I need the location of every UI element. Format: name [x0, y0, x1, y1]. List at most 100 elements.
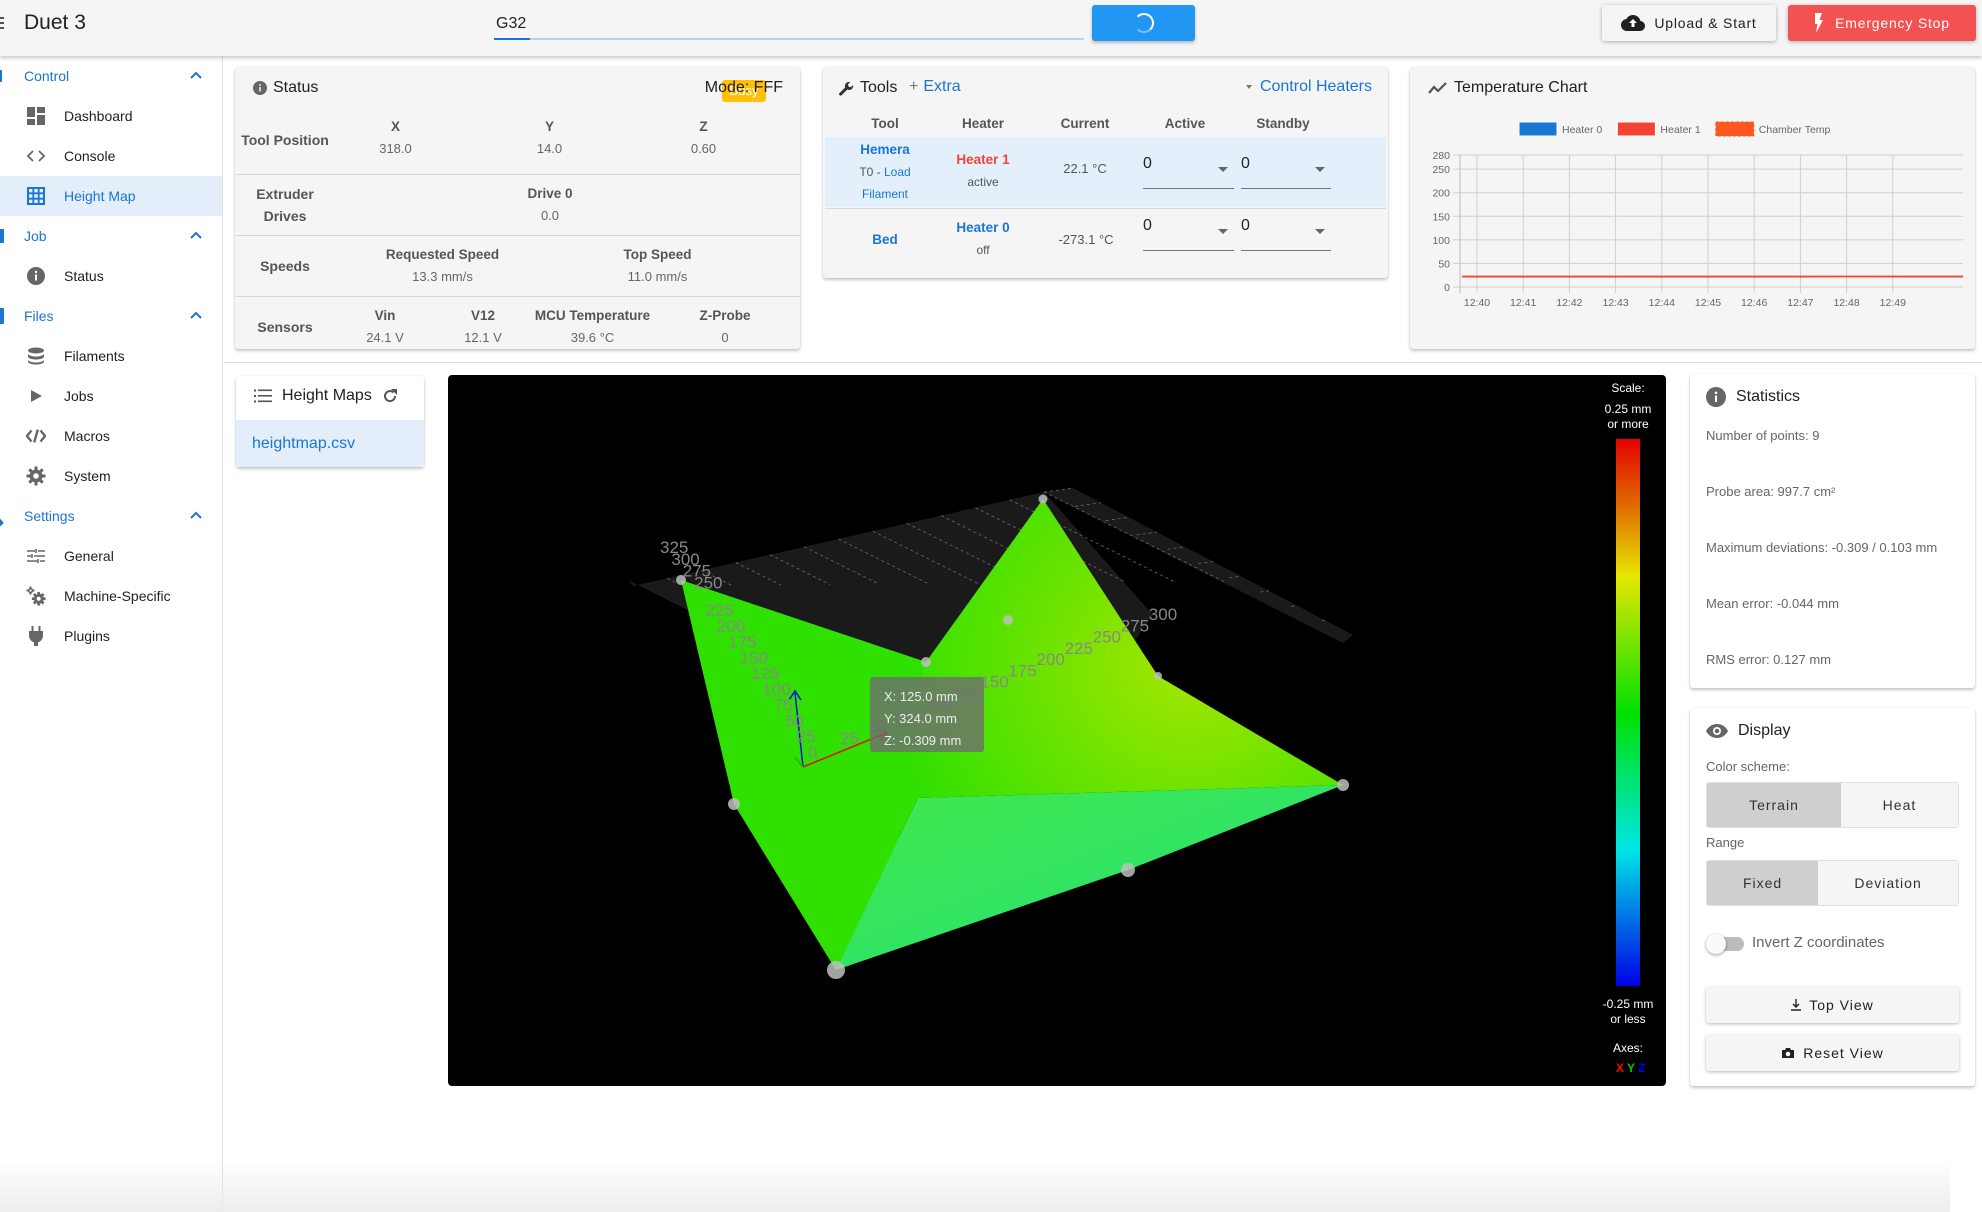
upload-and-start-button[interactable]: Upload & Start — [1602, 5, 1776, 41]
sidebar-item-machine-specific[interactable]: Machine-Specific — [0, 576, 222, 616]
sidebar-item-jobs[interactable]: Jobs — [0, 376, 222, 416]
active-temp-select[interactable]: 0 — [1143, 217, 1234, 251]
legend-swatch — [1616, 121, 1656, 137]
active-temp-select[interactable]: 0 — [1143, 155, 1234, 189]
color-scale-bar — [1616, 439, 1640, 986]
stat-probe-area: Probe area: 997.7 cm² — [1706, 484, 1836, 499]
sidebar-item-macros[interactable]: Macros — [0, 416, 222, 456]
axis-value: 14.0 — [536, 141, 563, 156]
y-tick-label: 280 — [1432, 150, 1450, 162]
legend-swatch — [1518, 121, 1558, 137]
probe-point[interactable] — [1003, 615, 1013, 625]
range-deviation-button[interactable]: Deviation — [1818, 861, 1958, 905]
probe-point[interactable] — [827, 961, 845, 979]
code-icon — [26, 146, 46, 166]
probe-point[interactable] — [728, 798, 740, 810]
heater-name-link[interactable]: Heater 0 — [941, 217, 1025, 239]
heightmap-3d-canvas[interactable]: 3253002752502252001751501251007550250 25… — [448, 375, 1666, 1086]
code-input-field[interactable] — [494, 10, 1084, 40]
tooltip-x: X: 125.0 mm — [884, 689, 958, 704]
refresh-icon[interactable] — [382, 388, 398, 404]
tool-cell: Bed — [843, 232, 927, 247]
invert-z-switch[interactable]: Invert Z coordinates — [1706, 932, 1966, 956]
tools-card: Tools + Extra Control Heaters Tool Heate… — [823, 67, 1388, 278]
sidebar-item-label: Height Map — [64, 188, 136, 204]
x-tick-label: 12:40 — [1464, 297, 1490, 309]
sidebar-item-console[interactable]: Console — [0, 136, 222, 176]
sidebar-item-dashboard[interactable]: Dashboard — [0, 96, 222, 136]
status-card-title: Status — [253, 79, 318, 97]
standby-temp-select[interactable]: 0 — [1241, 155, 1331, 189]
top-view-button[interactable]: Top View — [1706, 987, 1959, 1023]
cloud-upload-icon — [1621, 15, 1646, 31]
add-extra-link[interactable]: + Extra — [909, 78, 961, 96]
dropdown-arrow-icon — [1315, 229, 1325, 234]
x-tick-label: 150 — [980, 673, 1008, 692]
table-row: Bed Heater 0 off -273.1 °C 0 0 — [825, 208, 1386, 278]
sidebar-group-settings[interactable]: Settings — [0, 496, 222, 536]
sidebar-item-height-map[interactable]: Height Map — [0, 176, 222, 216]
database-icon — [26, 346, 46, 366]
tool-position-x: X 318.0 — [335, 116, 456, 160]
invert-z-label: Invert Z coordinates — [1752, 934, 1885, 951]
sidebar-item-plugins[interactable]: Plugins — [0, 616, 222, 656]
probe-point[interactable] — [1337, 779, 1349, 791]
axis-value: 318.0 — [379, 141, 412, 156]
sidebar-group-job[interactable]: Job — [0, 216, 222, 256]
dropdown-arrow-icon — [1218, 167, 1228, 172]
scale-min-label-2: or less — [1610, 1012, 1645, 1026]
sidebar-group-control[interactable]: Control — [0, 56, 222, 96]
load-filament-link[interactable]: Filament — [843, 183, 927, 205]
axis-label: Y — [544, 119, 554, 134]
legend-label: Heater 0 — [1562, 124, 1602, 136]
heightmap-file-item[interactable]: heightmap.csv — [236, 420, 424, 467]
menu-icon[interactable] — [0, 14, 8, 32]
sidebar-item-label: Status — [64, 268, 104, 284]
standby-temp-select[interactable]: 0 — [1241, 217, 1331, 251]
color-scheme-heat-button[interactable]: Heat — [1840, 783, 1958, 827]
standby-temp-value: 0 — [1241, 155, 1250, 172]
axis-value: 0.60 — [690, 141, 717, 156]
active-temp-value: 0 — [1143, 217, 1152, 234]
statistics-title: Statistics — [1706, 387, 1800, 407]
sidebar-item-status[interactable]: Status — [0, 256, 222, 296]
heater-name-link[interactable]: Heater 1 — [941, 149, 1025, 171]
stat-rms-error: RMS error: 0.127 mm — [1706, 652, 1831, 667]
y-tick-label: 0 — [1444, 282, 1450, 294]
control-heaters-dropdown[interactable]: Control Heaters — [1245, 78, 1372, 96]
column-header: Standby — [1256, 116, 1310, 131]
sensors-label: Sensors — [257, 319, 313, 335]
tool-position-y: Y 14.0 — [489, 116, 610, 160]
send-code-button[interactable] — [1092, 5, 1195, 41]
probe-point[interactable] — [1154, 672, 1162, 680]
tune-icon — [26, 546, 46, 566]
files-group-icon — [0, 308, 4, 324]
heightmap-3d-view[interactable]: 325 300 275 250 225 200 175 150 125 100 75 50 25 0 25… — [448, 375, 1666, 1086]
load-filament-link[interactable]: Load — [884, 165, 911, 179]
sidebar-item-system[interactable]: System — [0, 456, 222, 496]
sidebar-item-general[interactable]: General — [0, 536, 222, 576]
probe-point[interactable] — [1038, 494, 1048, 504]
statistics-title-text: Statistics — [1736, 388, 1801, 405]
probe-point[interactable] — [1121, 863, 1135, 877]
sidebar: Control Dashboard Console Height Map Job… — [0, 56, 223, 1212]
tool-name-link[interactable]: Bed — [843, 232, 927, 247]
loading-spinner-icon — [1133, 13, 1154, 33]
sidebar-item-filaments[interactable]: Filaments — [0, 336, 222, 376]
drive-0: Drive 0 0.0 — [335, 183, 765, 227]
emergency-stop-button[interactable]: Emergency Stop — [1788, 5, 1976, 41]
chevron-up-icon — [190, 71, 202, 79]
x-tick-label: 12:43 — [1602, 297, 1628, 309]
sidebar-group-files[interactable]: Files — [0, 296, 222, 336]
wrench-icon — [839, 81, 854, 96]
legend-label: Heater 1 — [1660, 124, 1700, 136]
probe-point[interactable] — [921, 657, 931, 667]
code-input[interactable] — [494, 10, 1084, 38]
tool-name-link[interactable]: Hemera — [843, 139, 927, 161]
color-scheme-terrain-button[interactable]: Terrain — [1707, 783, 1841, 827]
range-fixed-button[interactable]: Fixed — [1707, 861, 1819, 905]
reset-view-button[interactable]: Reset View — [1706, 1035, 1959, 1071]
job-group-icon — [0, 229, 4, 243]
tools-card-title: Tools — [839, 79, 897, 97]
x-tick-label: 12:41 — [1510, 297, 1536, 309]
